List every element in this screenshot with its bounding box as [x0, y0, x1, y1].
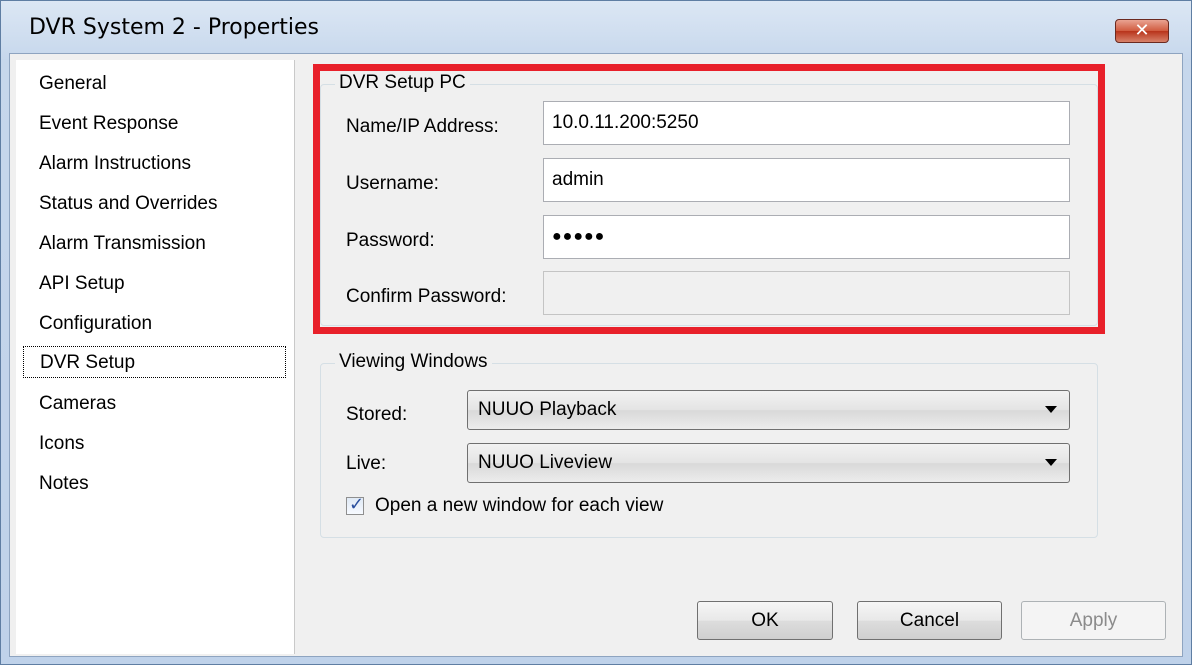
confirm-password-label: Confirm Password: [346, 286, 507, 307]
username-input[interactable]: admin [543, 158, 1070, 202]
sidebar-item-alarm-instructions[interactable]: Alarm Instructions [23, 148, 286, 180]
sidebar-item-alarm-transmission[interactable]: Alarm Transmission [23, 228, 286, 260]
cancel-button[interactable]: Cancel [857, 601, 1002, 640]
chevron-down-icon [1045, 406, 1057, 413]
apply-button[interactable]: Apply [1021, 601, 1166, 640]
confirm-password-input[interactable] [543, 271, 1070, 315]
live-select-value: NUUO Liveview [478, 452, 613, 473]
sidebar-item-general[interactable]: General [23, 68, 286, 100]
sidebar-item-notes[interactable]: Notes [23, 468, 286, 500]
checkmark-icon: ✓ [349, 494, 365, 515]
password-label: Password: [346, 230, 435, 251]
sidebar-item-cameras[interactable]: Cameras [23, 388, 286, 420]
sidebar-item-configuration[interactable]: Configuration [23, 308, 286, 340]
chevron-down-icon [1045, 459, 1057, 466]
sidebar-item-dvr-setup[interactable]: DVR Setup [23, 346, 286, 378]
title-bar[interactable]: DVR System 2 - Properties ✕ [1, 1, 1191, 53]
password-input[interactable]: ●●●●● [543, 215, 1070, 259]
stored-label: Stored: [346, 404, 408, 425]
close-icon: ✕ [1134, 20, 1150, 41]
ok-button[interactable]: OK [697, 601, 833, 640]
sidebar-nav: General Event Response Alarm Instruction… [16, 60, 295, 654]
sidebar-item-icons[interactable]: Icons [23, 428, 286, 460]
sidebar-item-status-and-overrides[interactable]: Status and Overrides [23, 188, 286, 220]
close-button[interactable]: ✕ [1115, 19, 1169, 43]
window-title: DVR System 2 - Properties [29, 15, 320, 40]
live-label: Live: [346, 453, 387, 474]
sidebar-item-event-response[interactable]: Event Response [23, 108, 286, 140]
viewing-windows-group-label: Viewing Windows [335, 351, 492, 373]
name-ip-label: Name/IP Address: [346, 116, 499, 137]
username-label: Username: [346, 173, 439, 194]
stored-select-value: NUUO Playback [478, 399, 617, 420]
sidebar-item-api-setup[interactable]: API Setup [23, 268, 286, 300]
open-new-window-checkbox[interactable]: ✓ [346, 494, 365, 515]
open-new-window-label[interactable]: Open a new window for each view [375, 495, 663, 517]
live-select[interactable]: NUUO Liveview [467, 443, 1070, 483]
stored-select[interactable]: NUUO Playback [467, 390, 1070, 430]
name-ip-input[interactable]: 10.0.11.200:5250 [543, 101, 1070, 145]
